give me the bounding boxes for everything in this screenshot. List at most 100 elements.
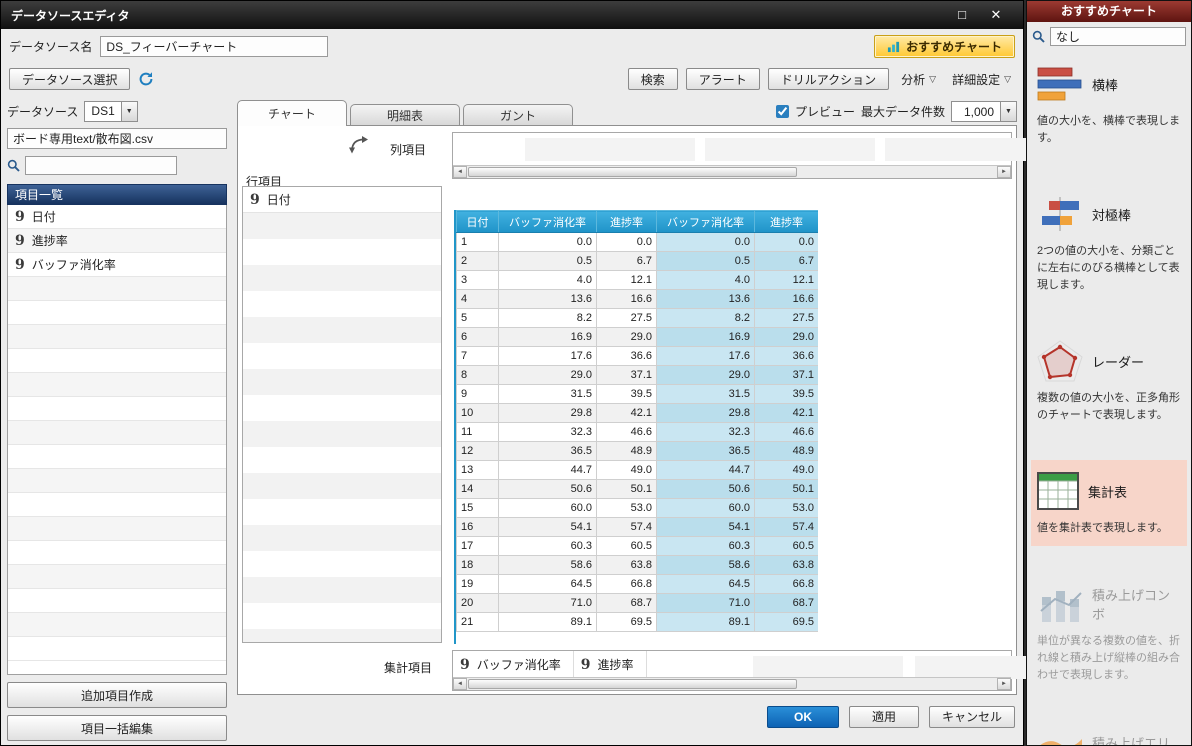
column-header[interactable]: バッファ消化率 xyxy=(656,210,755,233)
chart-filter-row xyxy=(1027,22,1191,50)
scrollbar-track[interactable] xyxy=(467,678,997,690)
aggregate-drop-zone[interactable]: 9 バッファ消化率 9 進捗率 ◄ ► xyxy=(452,650,1065,691)
close-button[interactable]: ✕ xyxy=(987,7,1005,23)
chart-option-head: レーダー xyxy=(1037,337,1181,385)
row-drop-zone[interactable]: 9 日付 xyxy=(242,186,442,643)
preview-checkbox[interactable] xyxy=(775,105,789,118)
cancel-button[interactable]: キャンセル xyxy=(928,705,1015,728)
chart-filter-input[interactable] xyxy=(1050,27,1186,46)
row-field-chip[interactable]: 9 日付 xyxy=(243,187,441,213)
chart-option-pivot-table[interactable]: 集計表 値を集計表で表現します。 xyxy=(1031,460,1187,547)
maximize-button[interactable]: □ xyxy=(953,7,971,23)
table-row: 6 16.9 29.0 16.9 29.0 xyxy=(456,327,818,347)
value-cell: 89.1 xyxy=(498,612,597,632)
window-title: データソースエディタ xyxy=(11,8,130,23)
table-row: 5 8.2 27.5 8.2 27.5 xyxy=(456,308,818,328)
field-search-input[interactable] xyxy=(25,156,177,175)
field-list-empty-row xyxy=(8,325,226,349)
analysis-dropdown-label: 分析 xyxy=(901,72,926,87)
search-button[interactable]: 検索 xyxy=(627,68,678,90)
drill-action-button[interactable]: ドリルアクション xyxy=(767,68,890,90)
analysis-dropdown[interactable]: 分析 ▽ xyxy=(897,68,940,90)
table-row: 20 71.0 68.7 71.0 68.7 xyxy=(456,593,818,613)
datasource-combo[interactable]: DS1 ▼ xyxy=(84,100,138,122)
scrollbar-thumb[interactable] xyxy=(468,679,797,689)
apply-button[interactable]: 適用 xyxy=(848,705,919,728)
chart-option-radar[interactable]: レーダー 複数の値の大小を、正多角形のチャートで表現します。 xyxy=(1031,330,1187,433)
field-list-empty-row xyxy=(8,589,226,613)
tab-chart[interactable]: チャート xyxy=(237,100,347,126)
refresh-icon[interactable] xyxy=(138,71,154,87)
tab-gantt[interactable]: ガント xyxy=(463,104,573,126)
value-cell: 46.6 xyxy=(596,422,657,442)
ok-button[interactable]: OK xyxy=(766,705,839,728)
pivot-table-chart-icon xyxy=(1037,472,1079,511)
horizontal-scrollbar[interactable]: ◄ ► xyxy=(453,165,1011,178)
value-cell: 50.1 xyxy=(596,479,657,499)
scroll-right-button[interactable]: ► xyxy=(997,166,1011,178)
value-cell: 66.8 xyxy=(596,574,657,594)
screen: データソースエディタ □ ✕ データソース名 おすすめチャート データソース選択… xyxy=(0,0,1192,746)
max-rows-combo[interactable]: 1,000 ▼ xyxy=(951,101,1017,122)
aggregate-field-chip[interactable]: 9 バッファ消化率 xyxy=(453,651,574,678)
chart-option-name: 積み上げコンボ xyxy=(1092,588,1171,623)
field-list-item[interactable]: 9 日付 xyxy=(8,205,226,229)
value-cell: 29.0 xyxy=(754,327,818,347)
value-cell: 29.0 xyxy=(596,327,657,347)
column-header[interactable]: 進捗率 xyxy=(596,210,657,233)
value-cell: 71.0 xyxy=(498,593,597,613)
datasource-combo-value: DS1 xyxy=(91,104,115,118)
combo-arrow-icon[interactable]: ▼ xyxy=(1000,102,1016,121)
value-cell: 57.4 xyxy=(596,517,657,537)
datasource-select-button[interactable]: データソース選択 xyxy=(9,68,131,90)
column-header[interactable]: 日付 xyxy=(456,210,499,233)
value-cell: 39.5 xyxy=(596,384,657,404)
table-row: 9 31.5 39.5 31.5 39.5 xyxy=(456,384,818,404)
chart-option-diverging-bar[interactable]: 対極棒 2つの値の大小を、分類ごとに左右にのびる横棒として表現します。 xyxy=(1031,183,1187,303)
table-row: 16 54.1 57.4 54.1 57.4 xyxy=(456,517,818,537)
chart-option-name: 横棒 xyxy=(1092,77,1119,93)
numeric-type-icon: 9 xyxy=(15,232,25,249)
datasource-editor-window: データソースエディタ □ ✕ データソース名 おすすめチャート データソース選択… xyxy=(0,0,1065,746)
table-row: 18 58.6 63.8 58.6 63.8 xyxy=(456,555,818,575)
field-list-item[interactable]: 9 進捗率 xyxy=(8,229,226,253)
chart-option-head: 横棒 xyxy=(1037,60,1181,108)
aggregate-field-chip[interactable]: 9 進捗率 xyxy=(574,651,647,678)
file-path-input[interactable] xyxy=(7,128,227,149)
field-label: バッファ消化率 xyxy=(476,658,561,672)
value-cell: 0.5 xyxy=(656,251,755,271)
scroll-right-button[interactable]: ► xyxy=(997,678,1011,690)
alert-button[interactable]: アラート xyxy=(685,68,760,90)
row-label-cell: 14 xyxy=(456,479,499,499)
chart-option-stacked-area[interactable]: 積み上げエリア値の変化や推移を、積み上げ折れ線で表現します。 xyxy=(1031,721,1187,745)
column-drop-zone[interactable]: ◄ ► xyxy=(452,132,1055,179)
column-header[interactable]: 進捗率 xyxy=(754,210,818,233)
chart-option-stacked-combo[interactable]: 積み上げコンボ 単位が異なる複数の値を、折れ線と積み上げ縦棒の組み合わせで表現しま… xyxy=(1031,573,1187,693)
scrollbar-thumb[interactable] xyxy=(468,167,797,177)
add-field-button[interactable]: 追加項目作成 xyxy=(7,682,227,708)
scrollbar-track[interactable] xyxy=(467,166,997,178)
datasource-name-input[interactable] xyxy=(100,35,329,57)
value-cell: 31.5 xyxy=(656,384,755,404)
field-list-item[interactable]: 9 バッファ消化率 xyxy=(8,253,226,277)
scroll-left-button[interactable]: ◄ xyxy=(453,166,467,178)
chart-option-hbar[interactable]: 横棒 値の大小を、横棒で表現します。 xyxy=(1031,53,1187,156)
value-cell: 60.3 xyxy=(498,536,597,556)
swap-axes-icon[interactable] xyxy=(348,135,371,159)
value-cell: 12.1 xyxy=(596,270,657,290)
field-list-empty-row xyxy=(8,637,226,661)
scroll-left-button[interactable]: ◄ xyxy=(453,678,467,690)
recommend-chart-button[interactable]: おすすめチャート xyxy=(874,34,1015,58)
table-row: 12 36.5 48.9 36.5 48.9 xyxy=(456,441,818,461)
value-cell: 48.9 xyxy=(596,441,657,461)
horizontal-scrollbar[interactable]: ◄ ► xyxy=(453,677,1011,690)
bulk-edit-button[interactable]: 項目一括編集 xyxy=(7,715,227,741)
row-label-cell: 16 xyxy=(456,517,499,537)
editor-body: データソース DS1 ▼ 項目一覧 9 日付 9 進捗率 9 バッファ消化率 追加項目作成 xyxy=(1,95,1065,745)
combo-arrow-icon[interactable]: ▼ xyxy=(120,101,137,121)
column-header[interactable]: バッファ消化率 xyxy=(498,210,597,233)
table-row: 13 44.7 49.0 44.7 49.0 xyxy=(456,460,818,480)
tab-row: チャート 明細表 ガント プレビュー 最大データ件数 1,000 ▼ xyxy=(237,99,1017,126)
tab-details[interactable]: 明細表 xyxy=(350,104,460,126)
advanced-settings-dropdown[interactable]: 詳細設定 ▽ xyxy=(948,68,1015,90)
